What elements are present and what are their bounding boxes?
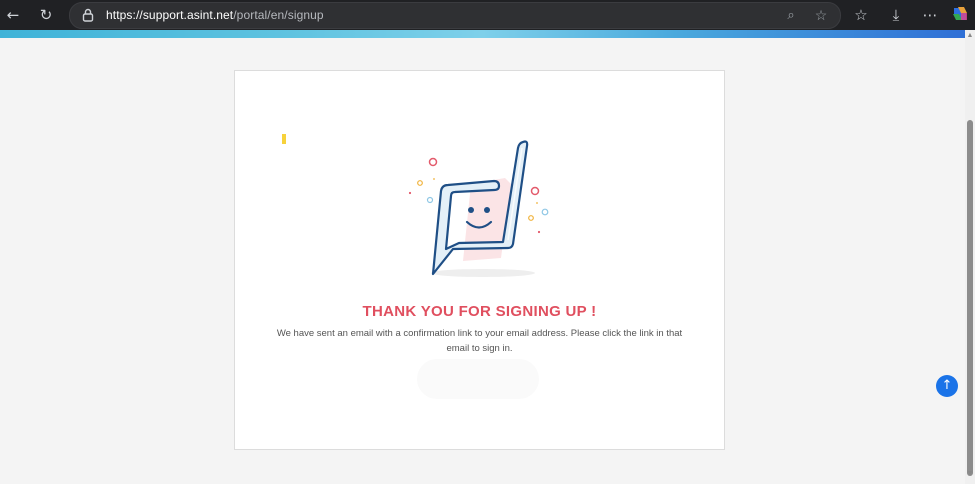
browser-toolbar: ← ↻ https://support.asint.net/portal/en/…	[0, 0, 975, 30]
scroll-thumb[interactable]	[967, 120, 973, 476]
header-banner	[0, 30, 965, 38]
zoom-icon[interactable]: ⌕	[782, 6, 800, 24]
star-icon[interactable]: ☆	[812, 6, 830, 24]
back-arrow-icon[interactable]: ←	[3, 5, 23, 25]
address-bar[interactable]: https://support.asint.net/portal/en/sign…	[69, 2, 841, 29]
more-icon[interactable]: ⋯	[920, 5, 940, 25]
scroll-down-icon[interactable]: ▼	[966, 470, 974, 478]
download-icon[interactable]: ⤓	[886, 5, 906, 25]
lock-icon[interactable]	[80, 7, 96, 23]
confirmation-message: We have sent an email with a confirmatio…	[276, 328, 683, 354]
scrollbar[interactable]: ▲ ▼	[965, 30, 975, 484]
signup-confirmation-card: THANK YOU FOR SIGNING UP ! We have sent …	[234, 70, 725, 450]
arrow-up-icon: ↑	[941, 378, 953, 393]
scroll-to-top-button[interactable]: ↑	[936, 375, 958, 397]
copilot-icon[interactable]	[950, 4, 970, 24]
refresh-icon[interactable]: ↻	[36, 5, 56, 25]
placeholder-button	[417, 359, 539, 399]
loading-indicator	[282, 134, 286, 144]
favorites-icon[interactable]: ☆	[851, 5, 871, 25]
scroll-up-icon[interactable]: ▲	[966, 32, 974, 40]
smiley-chat-illustration	[408, 140, 549, 277]
page-title: THANK YOU FOR SIGNING UP !	[362, 303, 597, 320]
url-text: https://support.asint.net/portal/en/sign…	[106, 8, 324, 22]
